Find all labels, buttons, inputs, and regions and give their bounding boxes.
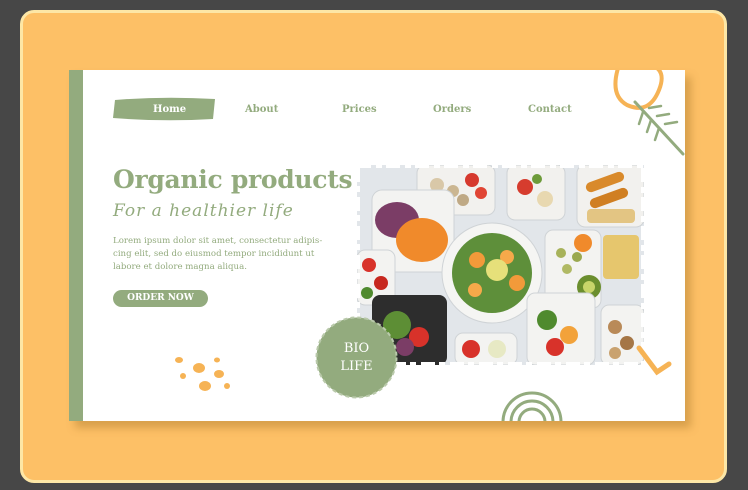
landing-card: Home About Prices Orders Contact Organic… [69,70,685,421]
nav-prices[interactable]: Prices [342,104,377,115]
description-line: Lorem ipsum dolor sit amet, consectetur … [113,236,323,246]
hero-title: Organic products [113,165,353,194]
nav-orders[interactable]: Orders [433,104,471,115]
orange-dots-icon [175,357,230,391]
nav-about[interactable]: About [245,104,278,115]
green-arc-icon [501,391,563,421]
food-photo [357,165,644,365]
hero-subtitle: For a healthier life [113,201,294,221]
leaf-sprig-icon [633,100,685,156]
nav-home[interactable]: Home [153,104,186,115]
badge-text: BIO LIFE [314,340,399,376]
description-line: cing elit, sed do eiusmod tempor incidid… [113,249,315,259]
orange-checkmark-icon [636,345,672,376]
badge-line: LIFE [340,359,373,374]
badge-line: BIO [343,341,370,356]
order-now-button[interactable]: ORDER NOW [113,290,208,307]
description-line: labore et dolore magna aliqua. [113,262,247,272]
nav-contact[interactable]: Contact [528,104,572,115]
left-brush-bar [69,70,83,421]
hero-description: Lorem ipsum dolor sit amet, consectetur … [113,235,353,274]
